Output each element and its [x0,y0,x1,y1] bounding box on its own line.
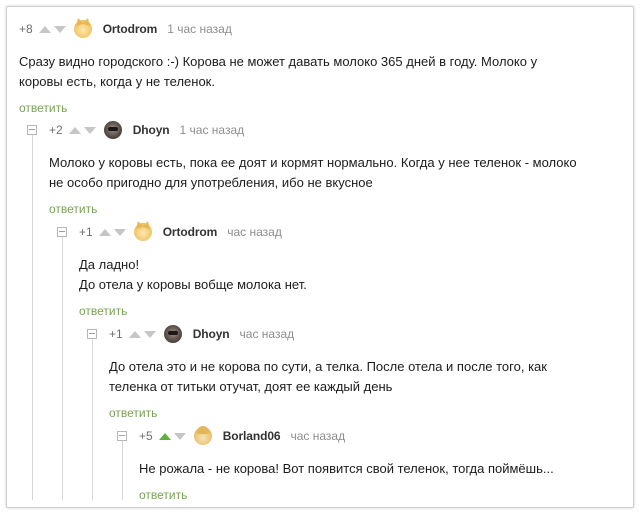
thread-line [62,237,63,500]
comment-score: +5 [139,429,153,443]
comment-text-line: Не рожала - не корова! Вот появится свой… [139,461,554,476]
collapse-toggle[interactable] [87,329,97,339]
downvote-icon[interactable] [173,432,186,440]
comment-text: Да ладно! До отела у коровы вобще молока… [79,255,307,295]
reply-link[interactable]: ответить [79,304,127,318]
reply-link[interactable]: ответить [139,488,187,502]
comment-header: +1 Dhoyn час назад [109,324,294,344]
comment-author[interactable]: Borland06 [223,429,281,443]
downvote-icon[interactable] [113,228,126,236]
comment-header: +2 Dhoyn 1 час назад [49,120,244,140]
cat-avatar-icon[interactable] [73,20,92,38]
comment-thread: +8 Ortodrom 1 час назад Сразу видно горо… [6,6,634,508]
comment-time[interactable]: 1 час назад [180,123,245,137]
comment-header: +1 Ortodrom час назад [79,222,282,242]
comment-score: +1 [79,225,93,239]
comment-text: Молоко у коровы есть, пока ее доят и кор… [49,153,577,193]
upvote-icon[interactable] [98,228,111,236]
comment-header: +5 Borland06 час назад [139,426,345,446]
upvote-icon[interactable] [128,330,141,338]
reply-link[interactable]: ответить [19,101,67,115]
collapse-toggle[interactable] [27,125,37,135]
comment-time[interactable]: час назад [290,429,345,443]
comment-author[interactable]: Dhoyn [193,327,230,341]
comment-time[interactable]: час назад [240,327,295,341]
comment-score: +8 [19,22,33,36]
thread-line [92,339,93,500]
cat-avatar-icon[interactable] [133,223,152,241]
downvote-icon[interactable] [53,25,66,33]
comment-text-line: До отела у коровы вобще молока нет. [79,277,307,292]
downvote-icon[interactable] [143,330,156,338]
comment-text-line: не особо пригодно для употребления, ибо … [49,175,373,190]
comment-text-line: Да ладно! [79,257,140,272]
comment-text-line: теленка от титьки отучат, доят ее каждый… [109,379,393,394]
upvote-icon[interactable] [158,432,171,440]
collapse-toggle[interactable] [117,431,127,441]
collapse-toggle[interactable] [57,227,67,237]
thread-line [32,135,33,500]
comment-text-line: Молоко у коровы есть, пока ее доят и кор… [49,155,577,170]
reply-link[interactable]: ответить [49,202,97,216]
comment-score: +1 [109,327,123,341]
reply-link[interactable]: ответить [109,406,157,420]
downvote-icon[interactable] [83,126,96,134]
comment-header: +8 Ortodrom 1 час назад [19,19,232,39]
comment-text-line: коровы есть, когда у не теленок. [19,74,215,89]
thread-line [122,441,123,500]
comment-time[interactable]: час назад [227,225,282,239]
comment-text-line: До отела это и не корова по сути, а телк… [109,359,547,374]
comment-author[interactable]: Ortodrom [163,225,218,239]
comment-text: Не рожала - не корова! Вот появится свой… [139,459,554,479]
comment-time[interactable]: 1 час назад [167,22,232,36]
blond-avatar-icon[interactable] [193,426,212,445]
dark-avatar-icon[interactable] [163,325,182,343]
upvote-icon[interactable] [38,25,51,33]
comment-text: Сразу видно городского :-) Корова не мож… [19,52,537,92]
comment-score: +2 [49,123,63,137]
comment-author[interactable]: Dhoyn [133,123,170,137]
dark-avatar-icon[interactable] [103,121,122,139]
comment-author[interactable]: Ortodrom [103,22,158,36]
comment-text: До отела это и не корова по сути, а телк… [109,357,547,397]
comment-text-line: Сразу видно городского :-) Корова не мож… [19,54,538,69]
upvote-icon[interactable] [68,126,81,134]
